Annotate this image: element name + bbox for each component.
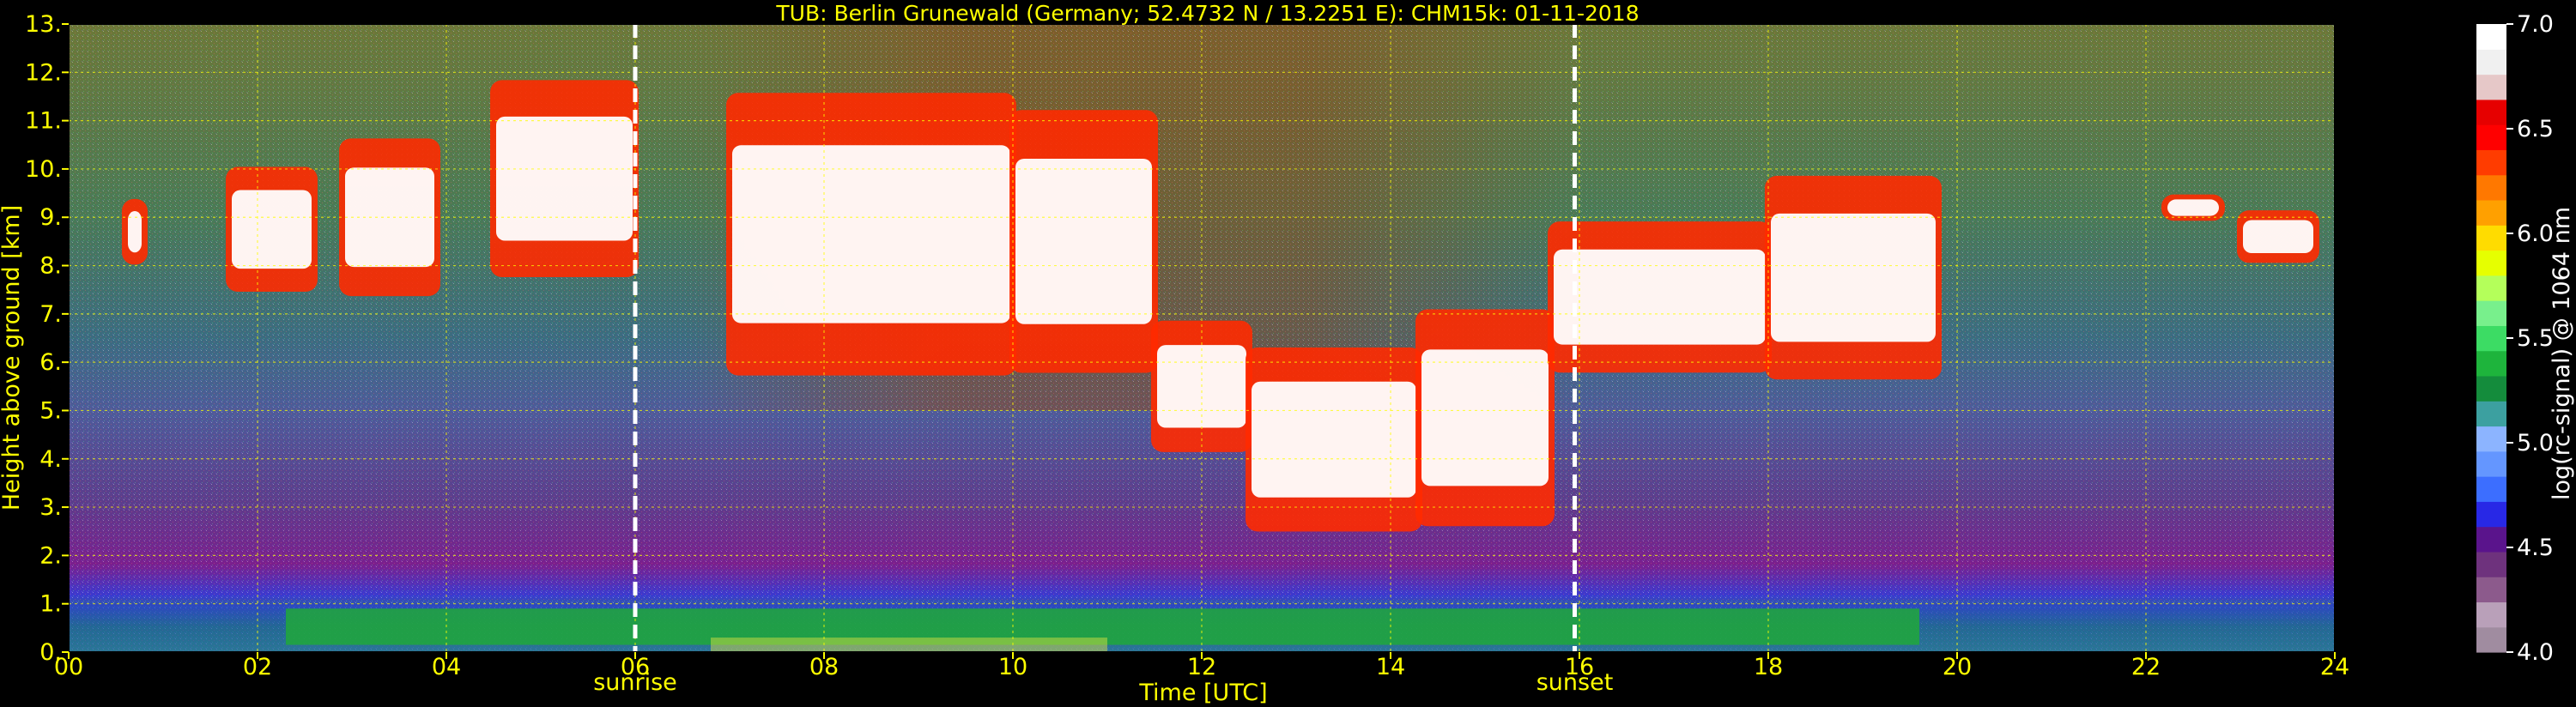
colorbar-swatch (2476, 551, 2506, 577)
chart-title: TUB: Berlin Grunewald (Germany; 52.4732 … (775, 1, 1639, 26)
cloud-layer-core (2167, 199, 2219, 216)
colorbar-swatch (2476, 275, 2506, 301)
x-axis-label: Time [UTC] (1138, 680, 1267, 706)
x-tick-label: 12 (1187, 654, 1216, 680)
colorbar-swatch (2476, 124, 2506, 150)
colorbar-swatch (2476, 626, 2506, 653)
x-tick-label: 24 (2320, 654, 2349, 680)
colorbar-swatch (2476, 149, 2506, 176)
y-tick-label: 9. (39, 204, 62, 231)
colorbar-swatch (2476, 74, 2506, 100)
colorbar-tick-label: 7.0 (2517, 11, 2554, 38)
x-tick-label: 20 (1943, 654, 1972, 680)
x-tick-label: 10 (998, 654, 1027, 680)
colorbar-swatch (2476, 476, 2506, 502)
colorbar-swatch (2476, 250, 2506, 276)
colorbar-swatch (2476, 225, 2506, 251)
surface-layer-band (711, 638, 1107, 652)
x-tick-label: 14 (1376, 654, 1405, 680)
cloud-layer-core (1252, 381, 1416, 498)
colorbar-swatch (2476, 526, 2506, 553)
cloud-layer-core (1015, 158, 1152, 324)
y-tick-label: 0. (39, 639, 62, 666)
ceilometer-figure: sunrise sunset 00 02 04 06 08 10 12 14 16 18 20 22 24… (0, 1, 2575, 706)
colorbar-swatch (2476, 501, 2506, 528)
cloud-layer-core (2243, 220, 2313, 254)
y-tick-label: 1. (39, 591, 62, 618)
colorbar-swatch (2476, 300, 2506, 326)
colorbar-swatch (2476, 426, 2506, 452)
x-tick-label: 06 (621, 654, 650, 680)
y-tick-label: 2. (39, 542, 62, 569)
y-tick-label: 12. (25, 59, 62, 86)
x-tick-label: 04 (432, 654, 461, 680)
colorbar-swatch (2476, 99, 2506, 125)
colorbar-swatch (2476, 49, 2506, 76)
y-tick-label: 6. (39, 349, 62, 376)
cloud-layer-core (732, 145, 1010, 323)
y-tick-label: 8. (39, 253, 62, 280)
colorbar-swatch (2476, 24, 2506, 50)
cloud-layer-core (496, 116, 633, 241)
y-tick-label: 10. (25, 156, 62, 183)
colorbar: 4.04.55.05.56.06.57.0 (2476, 11, 2554, 666)
colorbar-swatch (2476, 350, 2506, 377)
x-tick-label: 18 (1754, 654, 1783, 680)
colorbar-swatch (2476, 401, 2506, 427)
y-axis-label: Height above ground [km] (0, 205, 25, 511)
y-tick-label: 4. (39, 446, 62, 473)
colorbar-swatch (2476, 174, 2506, 201)
colorbar-swatch (2476, 375, 2506, 402)
cloud-layer-core (1554, 249, 1766, 345)
colorbar-tick-label: 4.0 (2517, 639, 2554, 666)
cloud-layer-core (1421, 349, 1549, 486)
colorbar-swatch (2476, 199, 2506, 226)
y-tick-label: 3. (39, 494, 62, 521)
x-tick-label: 22 (2131, 654, 2161, 680)
x-tick-label: 16 (1565, 654, 1594, 680)
x-tick-label: 02 (243, 654, 272, 680)
y-tick-label: 11. (25, 108, 62, 135)
colorbar-swatch (2476, 450, 2506, 477)
y-tick-label: 13. (25, 11, 62, 38)
cloud-layer-core (232, 190, 312, 269)
colorbar-swatch (2476, 325, 2506, 352)
colorbar-label: log(rc-signal) @ 1064 nm (2549, 207, 2575, 500)
colorbar-swatch (2476, 577, 2506, 603)
colorbar-tick-label: 6.5 (2517, 116, 2554, 142)
colorbar-tick-label: 4.5 (2517, 535, 2554, 561)
cloud-layer-core (1771, 213, 1936, 342)
y-tick-label: 5. (39, 397, 62, 424)
x-tick-label: 08 (809, 654, 839, 680)
colorbar-swatch (2476, 601, 2506, 628)
y-tick-label: 7. (39, 301, 62, 328)
